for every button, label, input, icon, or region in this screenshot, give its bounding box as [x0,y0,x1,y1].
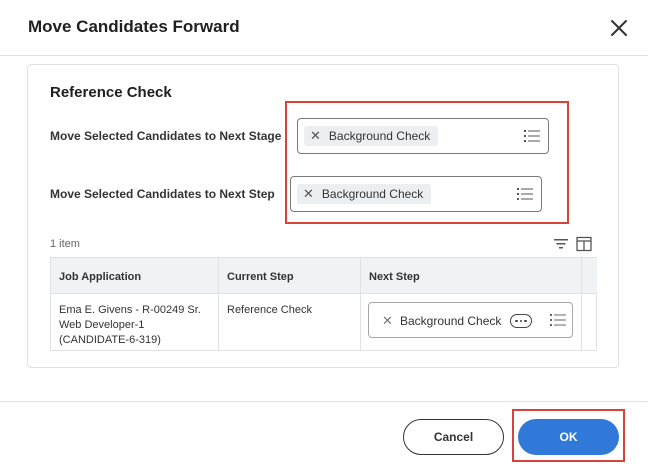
remove-x-icon[interactable]: ✕ [382,313,393,328]
dialog-footer: Cancel OK [0,401,648,467]
related-actions-icon[interactable] [510,314,532,328]
next-step-cell-prompt[interactable]: ✕ Background Check [368,302,573,338]
header-job-application: Job Application [51,258,219,294]
next-stage-label: Move Selected Candidates to Next Stage [50,129,282,143]
cancel-button[interactable]: Cancel [403,419,504,455]
section-title: Reference Check [50,84,172,101]
reference-check-card: Reference Check Move Selected Candidates… [27,64,619,368]
move-candidates-dialog: Move Candidates Forward Reference Check … [0,0,648,467]
next-step-cell-value: Background Check [400,314,502,328]
cell-next-step: ✕ Background Check [361,294,582,351]
dialog-title: Move Candidates Forward [28,17,240,36]
header-current-step: Current Step [219,258,361,294]
cell-current-step: Reference Check [219,294,361,351]
candidates-grid: Job Application Current Step Next Step E… [50,257,597,351]
cell-job-application: Ema E. Givens - R-00249 Sr. Web Develope… [51,294,219,351]
item-count: 1 item [50,238,80,250]
close-icon[interactable] [607,16,631,40]
next-step-label: Move Selected Candidates to Next Step [50,187,275,201]
dialog-header: Move Candidates Forward [0,0,648,56]
header-spacer [582,258,597,294]
highlight-box [512,409,625,462]
highlight-box [285,101,569,224]
list-icon[interactable] [550,313,566,327]
columns-icon[interactable] [576,236,592,252]
header-next-step: Next Step [361,258,582,294]
filter-icon[interactable] [553,236,569,252]
